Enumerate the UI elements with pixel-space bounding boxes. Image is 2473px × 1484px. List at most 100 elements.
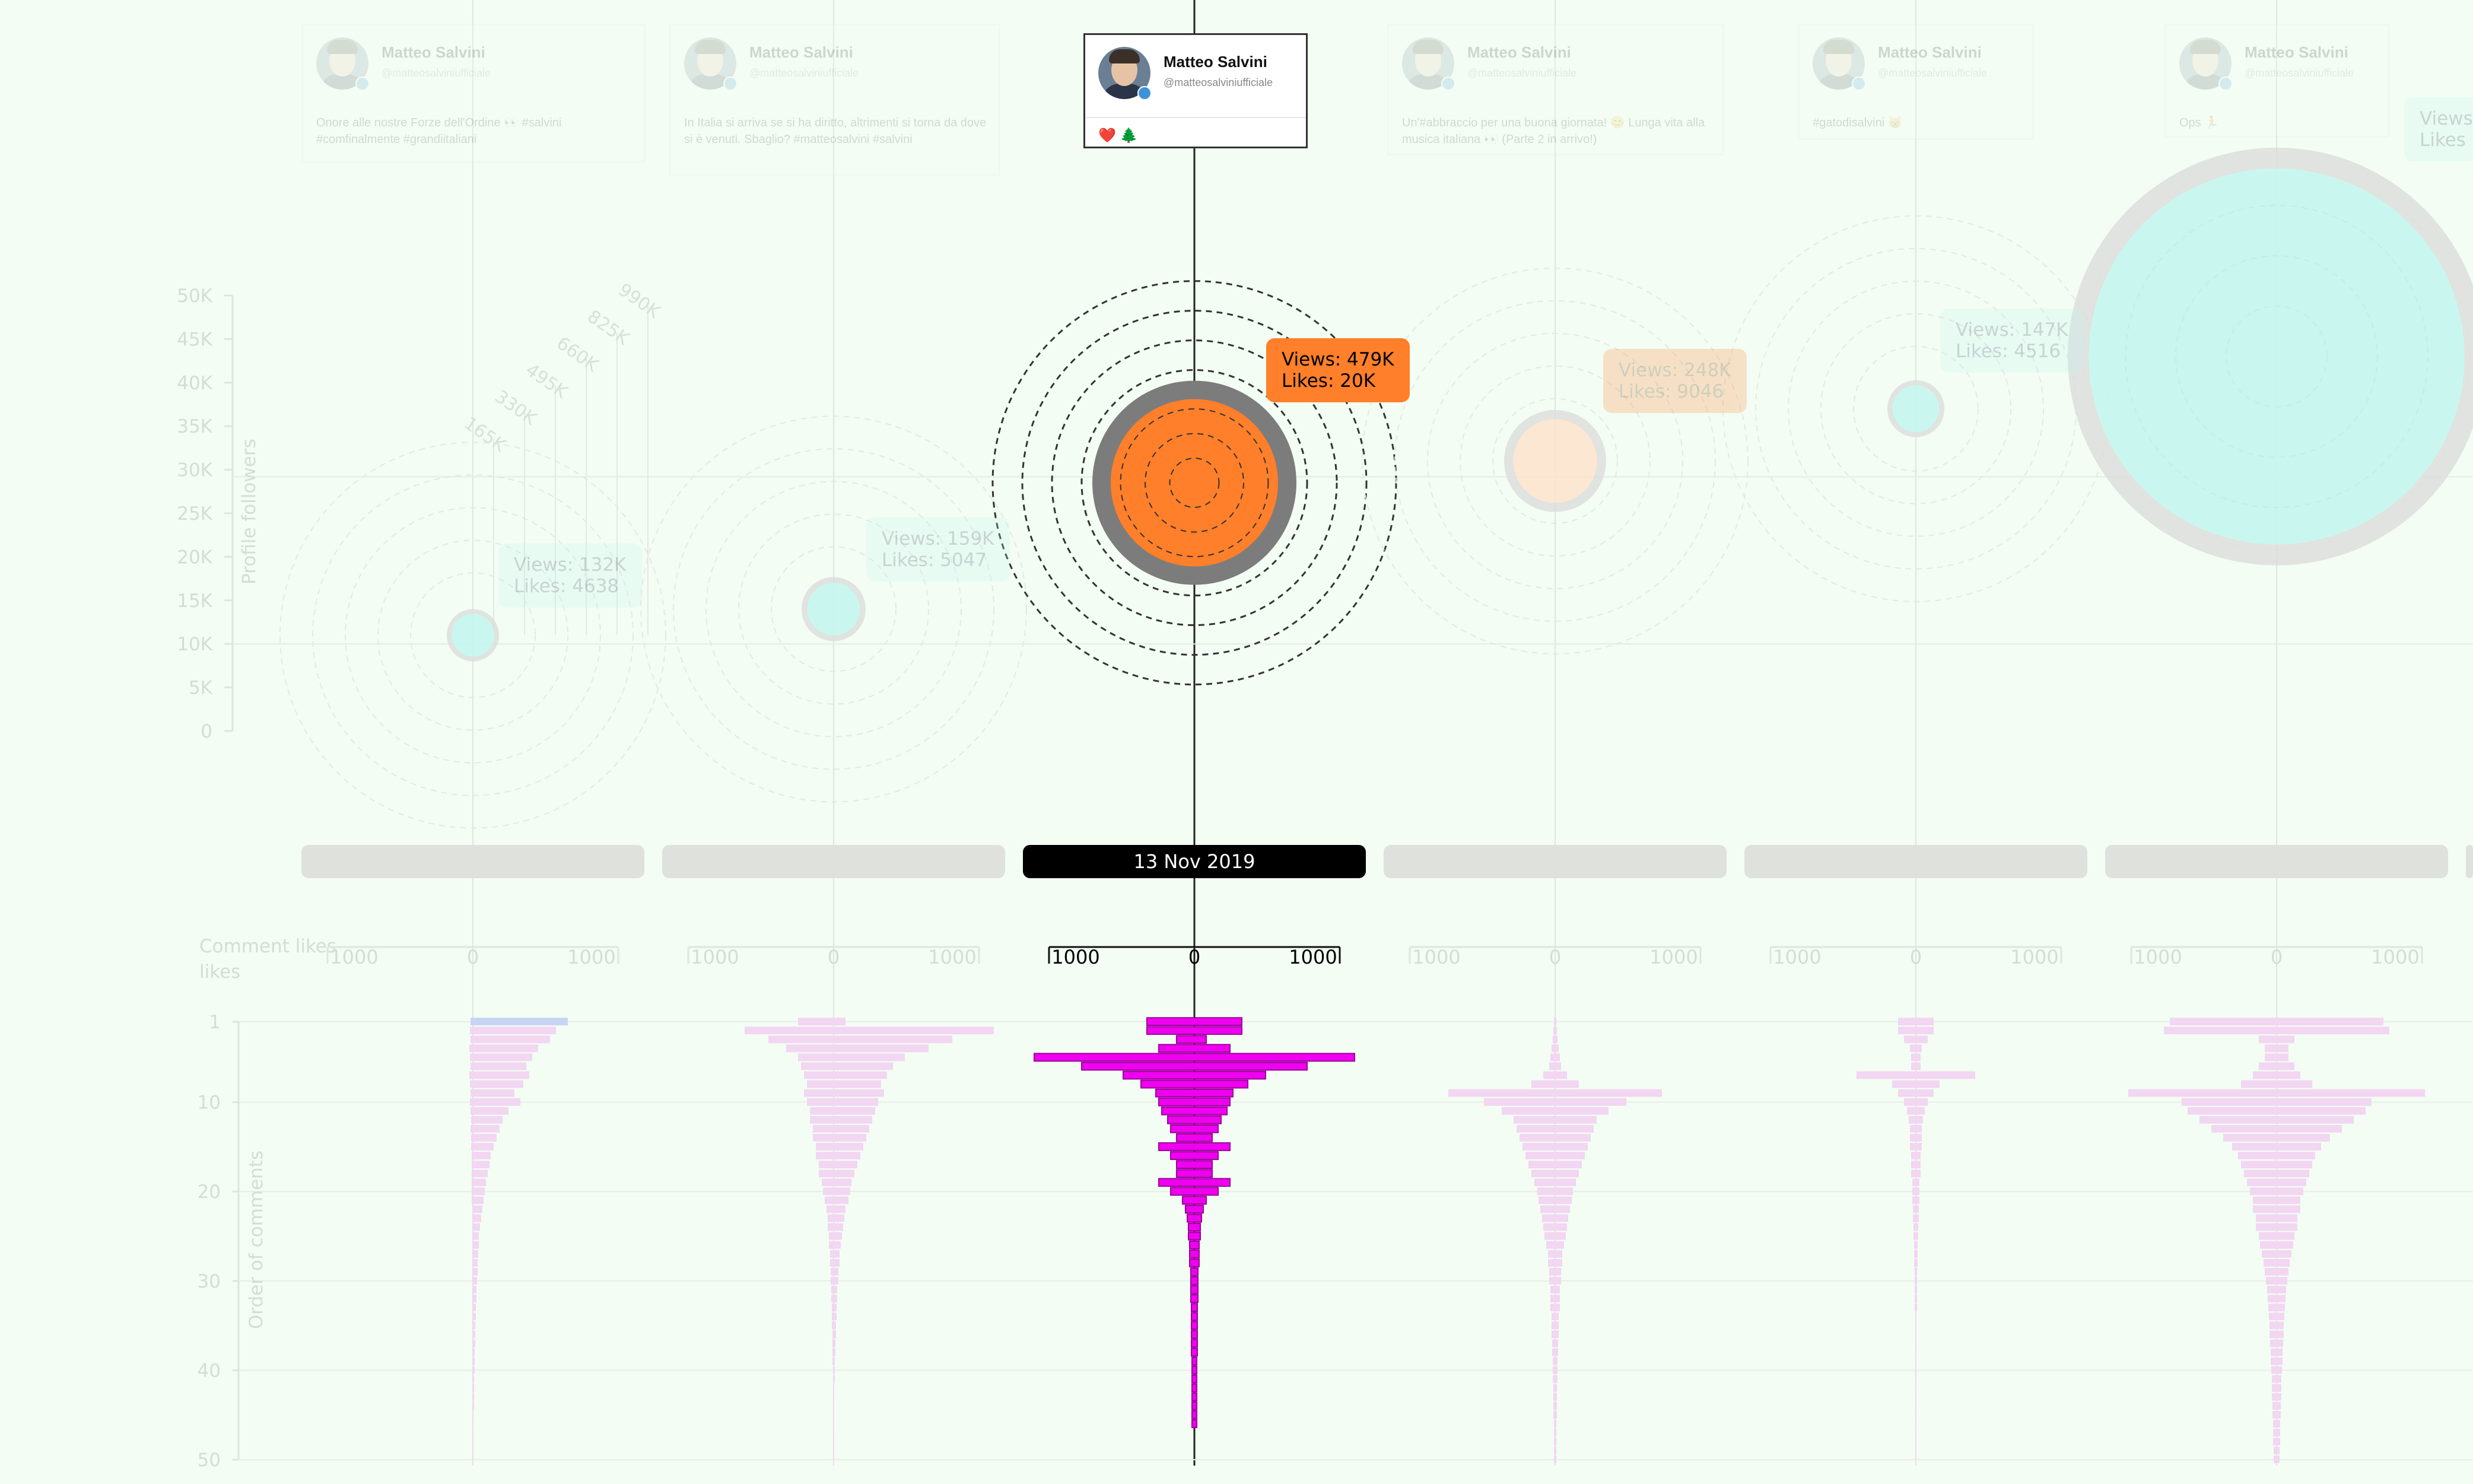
- comment-bar: [472, 1170, 488, 1178]
- comment-bar: [2268, 1295, 2286, 1302]
- comment-bar: [1544, 1232, 1566, 1240]
- comment-bar: [1911, 1152, 1921, 1159]
- post-card[interactable]: Matteo Salvini @matteosalviniufficiale Ops…: [2164, 24, 2390, 138]
- likes-label: Likes: 4516: [1956, 341, 2061, 362]
- followers-tick-label: 50K: [177, 285, 212, 307]
- comment-bar: [1892, 1080, 1940, 1088]
- comment-bar: [831, 1276, 838, 1285]
- comment-bar: [1913, 1232, 1918, 1240]
- post-card[interactable]: Matteo Salvini @matteosalviniufficiale In …: [669, 24, 1000, 176]
- comment-bar: [829, 1232, 842, 1240]
- comment-bar: [1911, 1161, 1921, 1169]
- comment-bar: [1915, 1384, 1916, 1392]
- comment-bar: [798, 1053, 905, 1062]
- comment-bar: [1904, 1098, 1928, 1106]
- comment-bar: [1191, 1339, 1198, 1348]
- comment-bar: [1146, 1026, 1242, 1035]
- comment-bar: [1910, 1134, 1922, 1142]
- comment-bar: [832, 1357, 835, 1365]
- view-scale-label: 990K: [614, 279, 664, 323]
- comment-bar: [810, 1116, 872, 1124]
- comment-bar: [833, 1429, 834, 1437]
- comment-bar: [833, 1419, 834, 1428]
- comment-bar: [830, 1250, 840, 1258]
- comment-bar: [2182, 1098, 2372, 1106]
- comment-bar: [813, 1134, 866, 1142]
- comment-bar: [1915, 1393, 1916, 1401]
- likes-label: Likes: 20K: [1282, 370, 1376, 392]
- followers-tick-label: 40K: [177, 373, 212, 394]
- comment-bar: [1552, 1321, 1559, 1330]
- comment-order-axis-label: Order of comments: [246, 1151, 267, 1329]
- post-author: Matteo Salvini: [382, 43, 485, 61]
- comment-bar: [1543, 1071, 1567, 1079]
- comment-bar: [833, 1447, 834, 1454]
- comment-bar: [1915, 1410, 1916, 1419]
- comment-bar: [1537, 1187, 1573, 1196]
- comment-bar: [2271, 1366, 2282, 1374]
- comment-bar: [1552, 1313, 1559, 1321]
- comment-bar: [1081, 1062, 1308, 1071]
- comment-bar: [1898, 1027, 1934, 1035]
- views-label: Views: [2420, 108, 2473, 129]
- post-date-bar[interactable]: [1384, 845, 1727, 878]
- comment-bar: [1549, 1062, 1561, 1070]
- view-scale-label: 825K: [583, 306, 633, 350]
- post-card[interactable]: Matteo Salvini @matteosalviniufficiale Ono…: [301, 24, 646, 163]
- comment-bar: [823, 1187, 850, 1196]
- post-date-bar[interactable]: [301, 845, 644, 878]
- comment-likes-tick-label: 1000: [2371, 946, 2419, 968]
- comment-bar: [471, 1134, 497, 1142]
- comment-bar: [1542, 1214, 1568, 1222]
- comment-layer: [469, 1017, 2425, 1464]
- post-handle: @matteosalviniufficiale: [1164, 77, 1273, 88]
- post-date-bar[interactable]: [1744, 845, 2087, 878]
- comment-likes-tick-label: 0: [1549, 946, 1561, 968]
- comment-bar: [2270, 1339, 2283, 1348]
- comment-likes-tick-label: 1000: [2010, 946, 2058, 968]
- view-scale-label: 495K: [522, 360, 571, 403]
- comment-bar: [471, 1018, 568, 1026]
- views-label: Views: 147K: [1956, 319, 2068, 341]
- comment-bar: [768, 1035, 952, 1044]
- comment-bar: [472, 1196, 484, 1205]
- comment-bar: [1915, 1402, 1916, 1410]
- comment-bar: [832, 1330, 836, 1339]
- verified-badge-icon: [1852, 77, 1866, 91]
- comment-bar: [2188, 1107, 2366, 1115]
- comment-bar: [1911, 1062, 1921, 1070]
- comment-bar: [1552, 1330, 1559, 1339]
- comment-bar: [472, 1456, 473, 1464]
- post-date-bar-partial[interactable]: [2466, 845, 2473, 878]
- comment-bar: [816, 1143, 863, 1151]
- comment-bar: [1543, 1223, 1567, 1231]
- comment-bar: [1910, 1124, 1922, 1133]
- comment-bar: [1549, 1267, 1561, 1276]
- comment-bar: [2271, 1357, 2283, 1365]
- post-date-bar[interactable]: [662, 845, 1005, 878]
- comment-bar: [1904, 1035, 1928, 1044]
- post-author: Matteo Salvini: [1164, 53, 1267, 71]
- post-bubble-group: [2068, 147, 2473, 565]
- comment-bar: [804, 1089, 884, 1097]
- bubble-fill: [1110, 399, 1279, 567]
- comment-bar: [471, 1107, 508, 1115]
- post-date-bar[interactable]: 13 Nov 2019: [1023, 845, 1366, 878]
- comment-bar: [1188, 1222, 1201, 1232]
- comment-bar: [1550, 1295, 1560, 1302]
- post-date-bar[interactable]: [2105, 845, 2448, 878]
- comment-bar: [798, 1018, 845, 1026]
- post-card[interactable]: Matteo Salvini @matteosalviniufficiale Un'…: [1387, 24, 1724, 155]
- comment-bar: [2232, 1143, 2321, 1151]
- comment-bar: [1915, 1447, 1916, 1454]
- comment-bar: [1170, 1151, 1219, 1160]
- comment-bar: [833, 1393, 834, 1401]
- comment-bar: [822, 1178, 851, 1187]
- comment-bar: [807, 1098, 878, 1106]
- post-card[interactable]: Matteo Salvini @matteosalviniufficiale #ga…: [1798, 24, 2034, 140]
- post-card[interactable]: Matteo Salvini @matteosalviniufficiale ❤️ …: [1083, 33, 1308, 148]
- comment-likes-tick-label: 0: [1910, 946, 1922, 968]
- verified-badge-icon: [1137, 86, 1152, 100]
- comment-bar: [2170, 1018, 2383, 1026]
- comment-bar: [1550, 1304, 1560, 1311]
